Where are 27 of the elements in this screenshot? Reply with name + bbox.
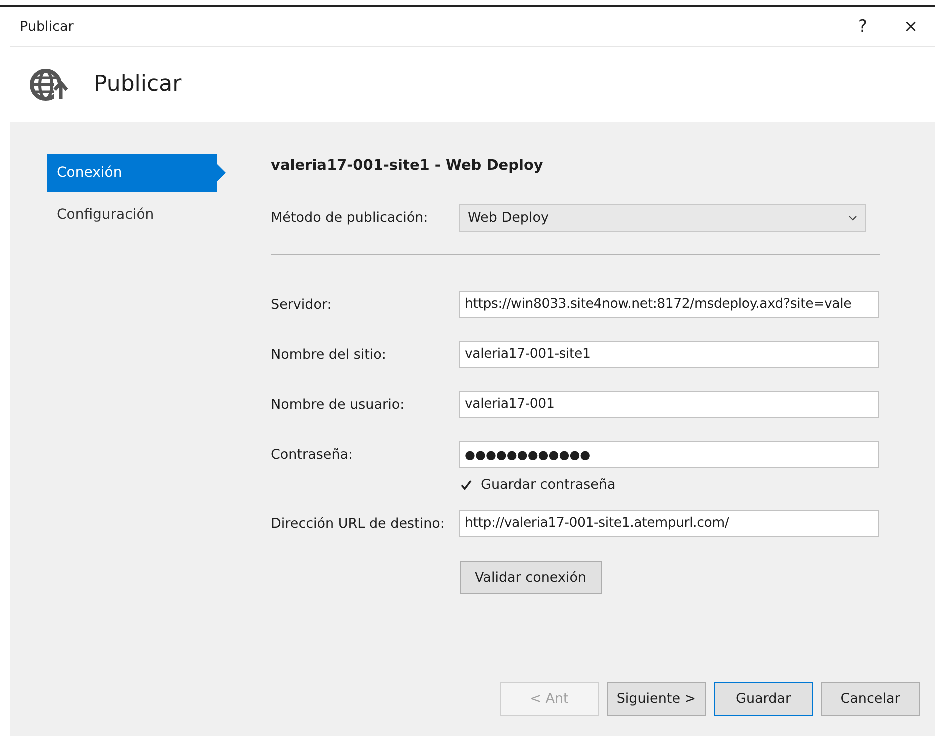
field-label: Dirección URL de destino: [271,516,446,532]
validate-button[interactable]: Validar conexión [460,561,602,594]
field-label: Método de publicación: [271,210,430,226]
input-field[interactable]: valeria17-001 [459,391,879,418]
input-field[interactable]: valeria17-001-site1 [459,341,879,368]
field-label: Nombre del sitio: [271,346,388,362]
checkbox-label[interactable]: Guardar contraseña [481,477,616,493]
password-field[interactable]: ●●●●●●●●●●●● [459,441,879,468]
checkbox[interactable] [460,478,473,492]
help-button[interactable]: ? [839,10,887,42]
field-label: Nombre de usuario: [271,396,406,412]
sidebar-item[interactable]: Conexión [47,154,226,192]
dialog-heading: Publicar [94,72,182,97]
window-title: Publicar [20,18,74,34]
close-button[interactable]: × [887,10,935,42]
field-label: Contraseña: [271,446,354,462]
input-field[interactable]: http://valeria17-001-site1.atempurl.com/ [459,510,879,537]
field-label: Servidor: [271,296,333,312]
dialog-button[interactable]: Cancelar [821,682,920,716]
publish-method-dropdown[interactable]: Web Deploy [459,204,866,232]
sidebar-item[interactable]: Configuración [47,196,226,234]
caret-icon [849,216,857,220]
dialog-button[interactable]: Siguiente > [607,682,706,716]
dialog-button: < Ant [500,682,599,716]
input-field[interactable]: https://win8033.site4now.net:8172/msdeploy.axd?site=vale [459,291,879,318]
section-title: valeria17-001-site1 - Web Deploy [271,158,544,176]
dialog-button[interactable]: Guardar [714,682,813,716]
